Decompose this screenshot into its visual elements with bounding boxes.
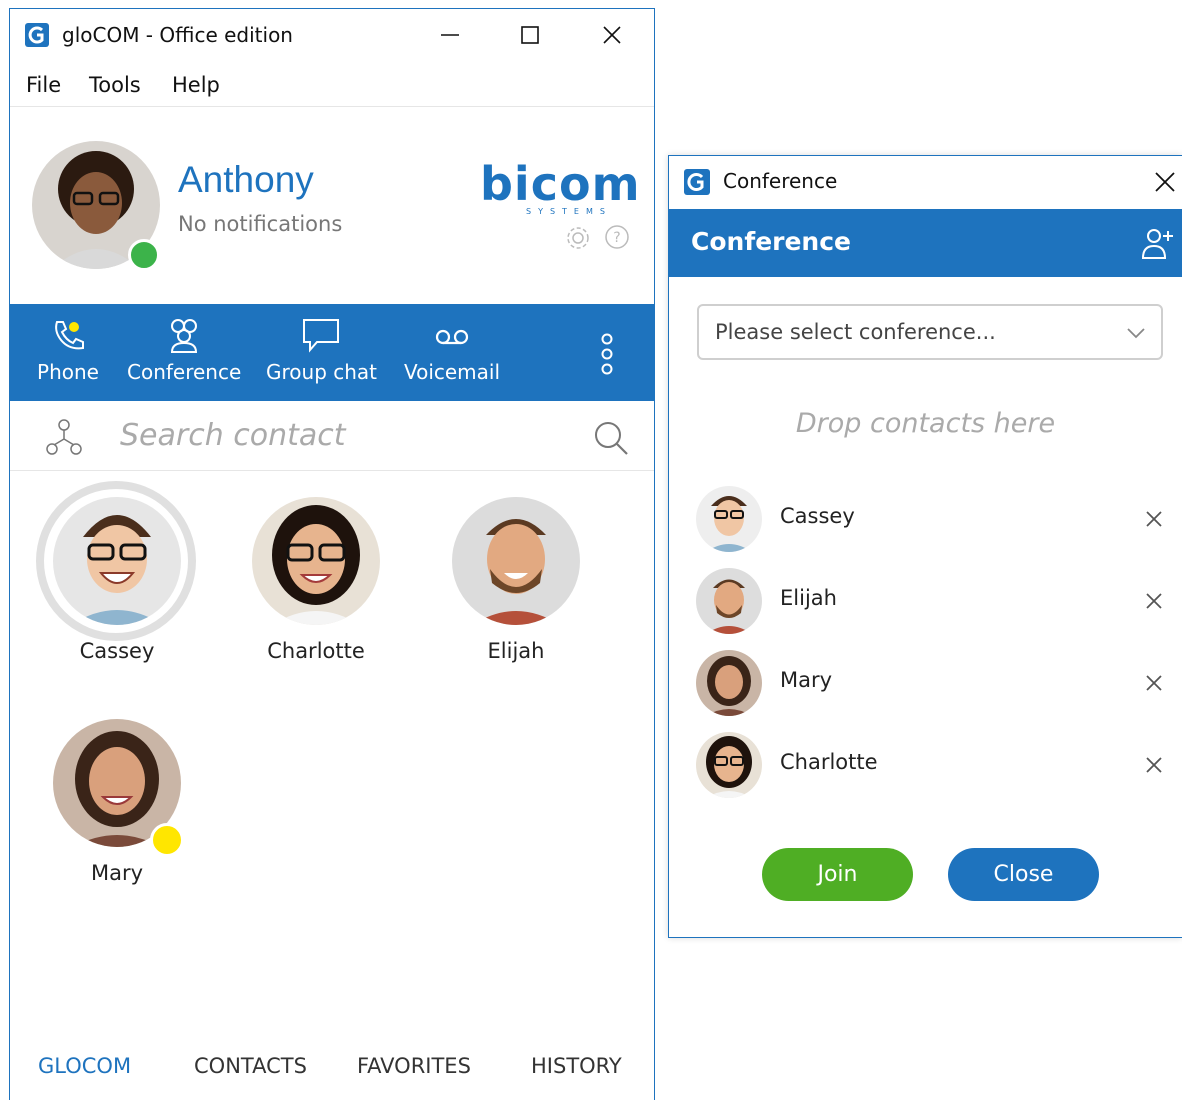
nav-conference-label: Conference xyxy=(127,360,242,384)
chevron-down-icon xyxy=(1125,322,1147,348)
conference-title-bar: Conference xyxy=(669,156,1182,208)
contact-tile-mary[interactable]: Mary xyxy=(32,719,202,885)
contact-tile-cassey[interactable]: Cassey xyxy=(32,481,202,663)
title-bar: gloCOM - Office edition xyxy=(10,9,654,59)
nav-group-chat-label: Group chat xyxy=(266,360,378,384)
settings-gear-icon[interactable] xyxy=(565,225,591,251)
menu-tools[interactable]: Tools xyxy=(89,73,141,97)
search-icon[interactable] xyxy=(592,419,630,461)
contact-avatar-charlotte xyxy=(252,497,380,625)
contact-name-cassey: Cassey xyxy=(79,639,155,663)
contact-tile-charlotte[interactable]: Charlotte xyxy=(231,497,401,663)
main-window: gloCOM - Office edition File Tools Help xyxy=(9,8,655,1100)
conference-select-dropdown[interactable]: Please select conference... xyxy=(697,304,1163,360)
remove-participant-icon[interactable] xyxy=(1143,590,1165,612)
search-bar xyxy=(10,401,654,471)
contact-name-charlotte: Charlotte xyxy=(267,639,365,663)
remove-participant-icon[interactable] xyxy=(1143,754,1165,776)
org-chart-icon[interactable] xyxy=(44,417,84,461)
participant-row-cassey: Cassey xyxy=(669,484,1182,554)
profile-panel: Anthony No notifications bicom SYSTEMS ? xyxy=(10,107,654,304)
join-button[interactable]: Join xyxy=(762,848,913,901)
participant-name-elijah: Elijah xyxy=(780,586,837,610)
main-nav-bar: Phone Conference Group chat Voicemail xyxy=(10,304,654,401)
menu-help[interactable]: Help xyxy=(172,73,220,97)
tab-contacts[interactable]: CONTACTS xyxy=(194,1054,307,1078)
participant-name-charlotte: Charlotte xyxy=(780,750,878,774)
participant-name-mary: Mary xyxy=(780,668,833,692)
svg-text:?: ? xyxy=(613,230,620,246)
participant-avatar-elijah xyxy=(696,568,762,634)
contact-avatar-cassey xyxy=(53,497,181,625)
remove-participant-icon[interactable] xyxy=(1143,672,1165,694)
close-dialog-icon[interactable] xyxy=(1149,166,1181,198)
close-button[interactable]: Close xyxy=(948,848,1099,901)
user-name: Anthony xyxy=(178,159,314,200)
tab-history[interactable]: HISTORY xyxy=(531,1054,622,1078)
voicemail-icon xyxy=(435,329,469,345)
conference-select-placeholder: Please select conference... xyxy=(715,320,996,344)
nav-voicemail-label: Voicemail xyxy=(403,360,501,384)
conference-header: Conference xyxy=(669,209,1182,277)
conference-heading: Conference xyxy=(691,227,852,256)
conference-window-title: Conference xyxy=(723,169,838,193)
bicom-logo-subtitle: SYSTEMS xyxy=(526,207,612,216)
window-title: gloCOM - Office edition xyxy=(62,23,293,47)
close-window-button[interactable] xyxy=(590,17,634,53)
phone-icon xyxy=(55,321,84,350)
nav-conference[interactable]: Conference xyxy=(127,304,241,401)
participant-row-elijah: Elijah xyxy=(669,566,1182,636)
glocom-app-icon xyxy=(684,169,710,195)
contact-name-elijah: Elijah xyxy=(487,639,545,663)
minimize-button[interactable] xyxy=(428,17,472,53)
participant-avatar-mary xyxy=(696,650,762,716)
presence-online-indicator xyxy=(128,239,160,271)
nav-voicemail[interactable]: Voicemail xyxy=(402,304,502,401)
maximize-button[interactable] xyxy=(508,17,552,53)
participant-name-cassey: Cassey xyxy=(780,504,855,528)
bicom-logo: bicom xyxy=(480,157,641,211)
participant-avatar-charlotte xyxy=(696,732,762,798)
menu-file[interactable]: File xyxy=(26,73,61,97)
search-contact-input[interactable] xyxy=(120,417,570,453)
nav-phone[interactable]: Phone xyxy=(28,304,108,401)
nav-group-chat[interactable]: Group chat xyxy=(266,304,378,401)
help-question-icon[interactable]: ? xyxy=(604,224,630,250)
more-options-icon[interactable] xyxy=(596,332,618,376)
participant-row-charlotte: Charlotte xyxy=(669,730,1182,800)
notification-status: No notifications xyxy=(178,212,343,236)
contact-avatar-elijah xyxy=(452,497,580,625)
bottom-tab-bar: GLOCOM CONTACTS FAVORITES HISTORY xyxy=(10,1049,654,1089)
contact-tile-elijah[interactable]: Elijah xyxy=(431,497,601,663)
contact-name-mary: Mary xyxy=(90,861,144,885)
participant-avatar-cassey xyxy=(696,486,762,552)
conference-dialog: Conference Conference Please select conf… xyxy=(668,155,1182,938)
nav-phone-label: Phone xyxy=(37,360,99,384)
presence-away-indicator xyxy=(150,823,184,857)
drop-contacts-hint: Drop contacts here xyxy=(795,408,1056,439)
tab-glocom[interactable]: GLOCOM xyxy=(38,1054,131,1078)
menu-bar: File Tools Help xyxy=(10,67,654,107)
glocom-app-icon xyxy=(25,23,49,47)
tab-favorites[interactable]: FAVORITES xyxy=(357,1054,471,1078)
participant-row-mary: Mary xyxy=(669,648,1182,718)
chat-bubble-icon xyxy=(303,319,339,353)
remove-participant-icon[interactable] xyxy=(1143,508,1165,530)
add-participant-icon[interactable] xyxy=(1139,225,1175,261)
conference-icon xyxy=(170,319,198,353)
